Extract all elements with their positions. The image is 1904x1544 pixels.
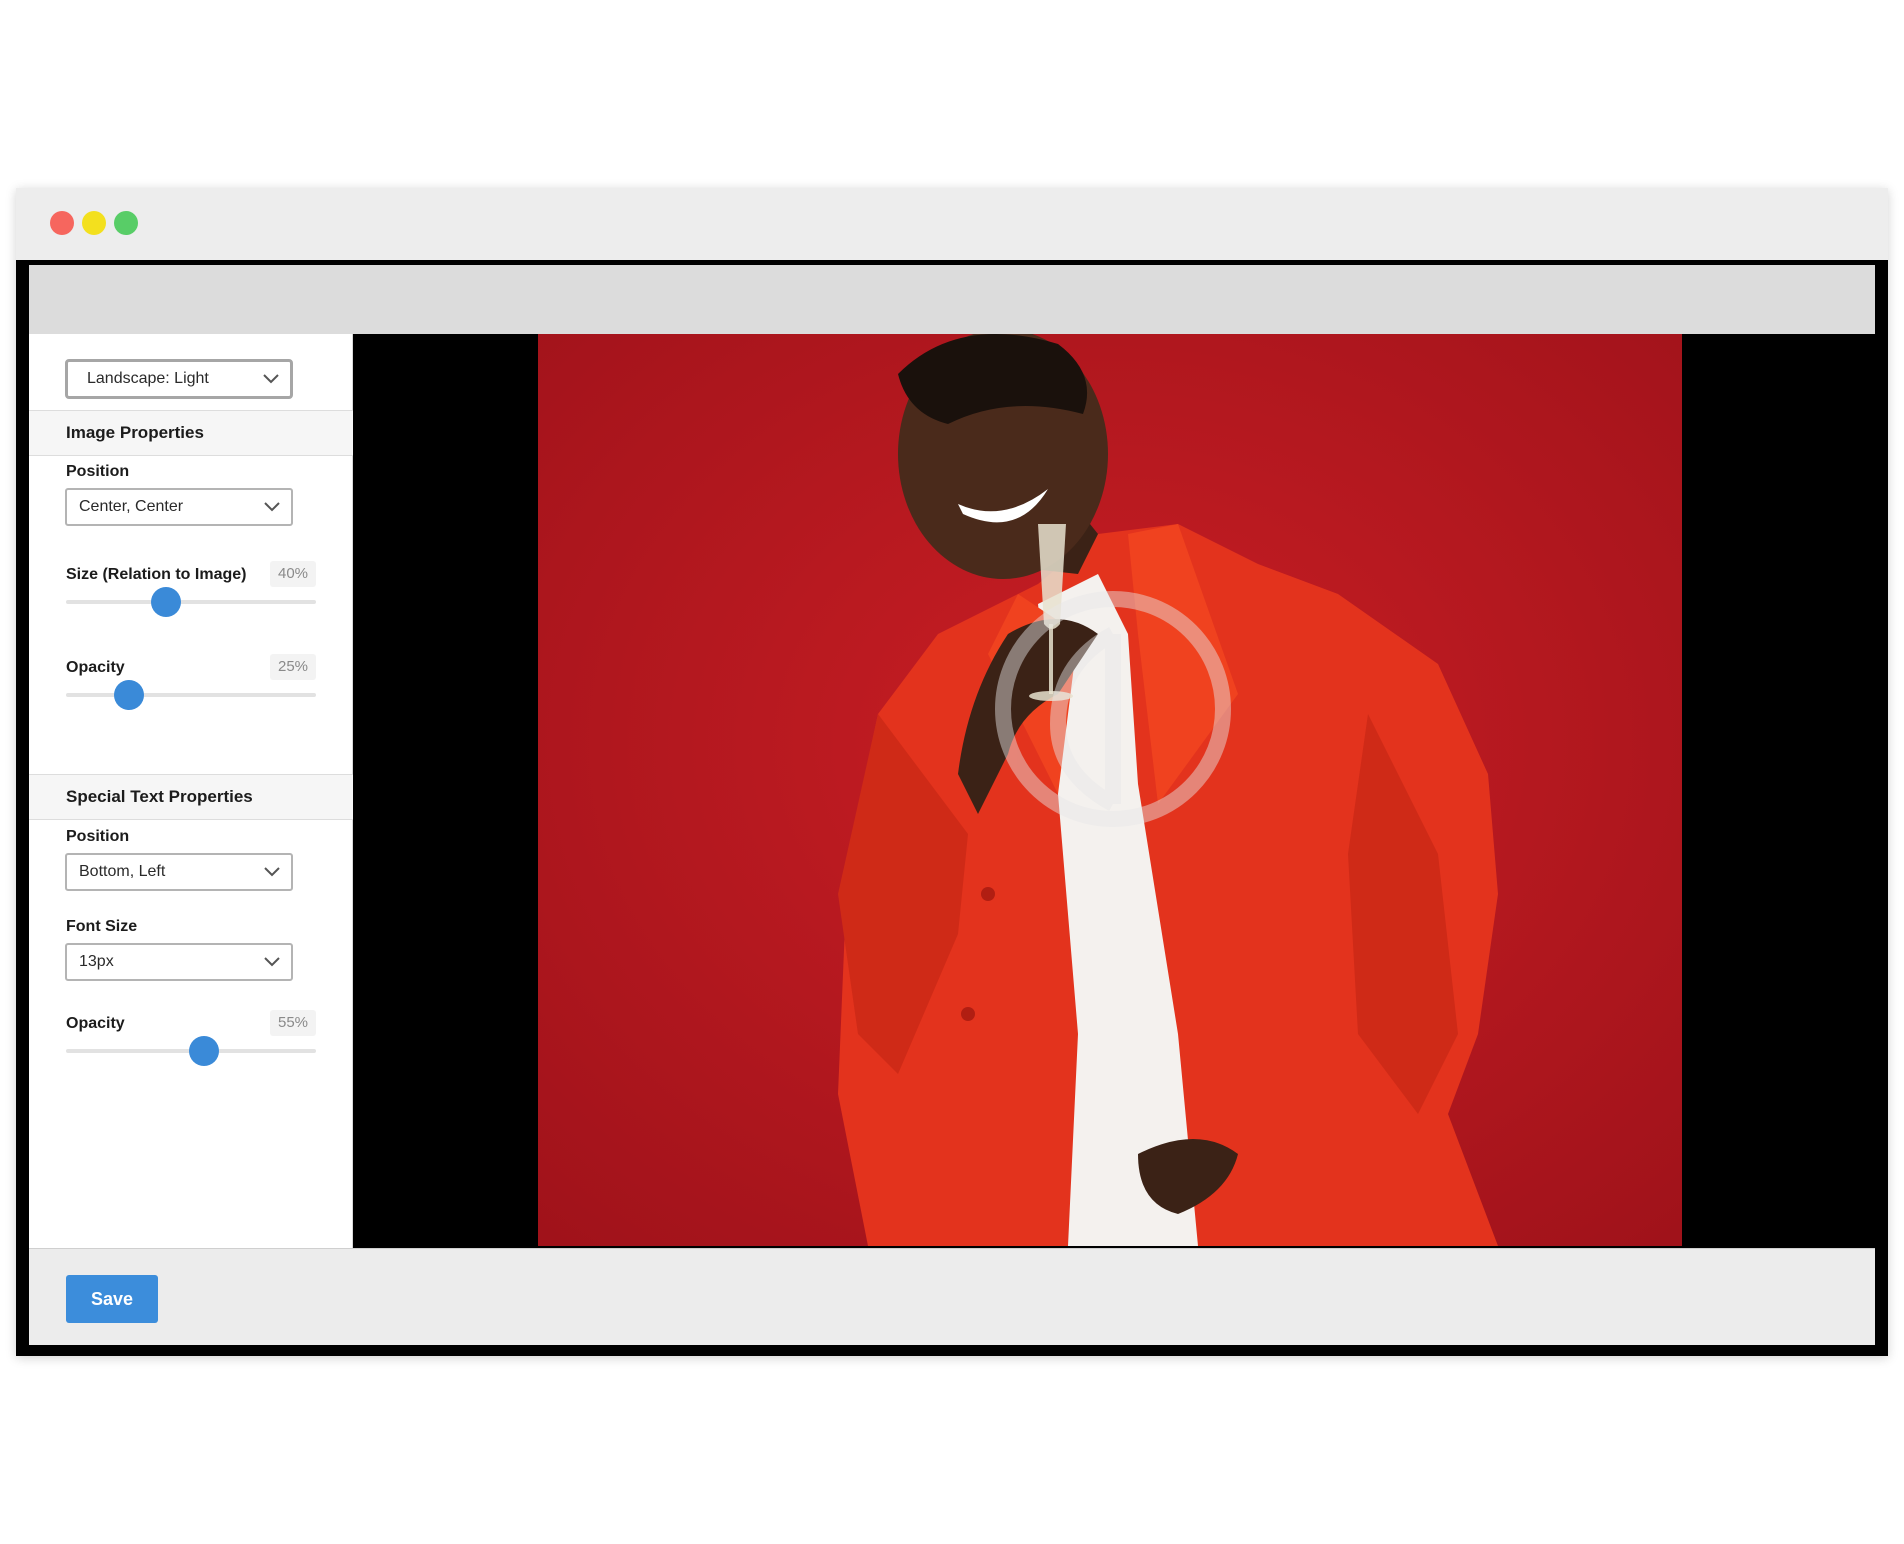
image-position-value: Center, Center xyxy=(79,498,184,515)
slider-thumb[interactable] xyxy=(151,587,181,617)
text-opacity-value: 55% xyxy=(270,1010,316,1036)
image-size-slider[interactable] xyxy=(66,587,316,617)
font-size-value: 13px xyxy=(79,953,114,970)
image-position-select[interactable]: Center, Center xyxy=(65,488,293,526)
preview-photo xyxy=(538,334,1682,1246)
image-position-label: Position xyxy=(66,463,130,480)
photo-illustration xyxy=(538,334,1682,1246)
text-position-select[interactable]: Bottom, Left xyxy=(65,853,293,891)
footer-bar: Save xyxy=(29,1248,1875,1345)
close-window-button[interactable] xyxy=(50,211,74,235)
window-titlebar xyxy=(16,188,1888,260)
image-size-label: Size (Relation to Image) xyxy=(66,566,247,583)
text-position-label: Position xyxy=(66,828,130,845)
app-window: Landscape: Light Image Properties Positi… xyxy=(16,188,1888,1356)
chevron-down-icon xyxy=(263,374,279,384)
preset-select[interactable]: Landscape: Light xyxy=(65,359,293,399)
save-button[interactable]: Save xyxy=(66,1275,158,1323)
image-size-value: 40% xyxy=(270,561,316,587)
slider-track xyxy=(66,600,316,604)
chevron-down-icon xyxy=(264,502,280,512)
image-preview xyxy=(353,334,1875,1248)
special-text-properties-title: Special Text Properties xyxy=(66,787,253,806)
slider-thumb[interactable] xyxy=(188,1036,219,1066)
chevron-down-icon xyxy=(264,957,280,967)
maximize-window-button[interactable] xyxy=(114,211,138,235)
minimize-window-button[interactable] xyxy=(82,211,106,235)
text-opacity-slider[interactable] xyxy=(66,1036,316,1066)
preset-select-value: Landscape: Light xyxy=(87,370,209,387)
font-size-label: Font Size xyxy=(66,918,138,935)
image-properties-header: Image Properties xyxy=(29,410,353,456)
image-opacity-label: Opacity xyxy=(66,659,125,676)
image-opacity-slider[interactable] xyxy=(66,680,316,710)
font-size-select[interactable]: 13px xyxy=(65,943,293,981)
settings-sidebar: Landscape: Light Image Properties Positi… xyxy=(29,334,353,1248)
text-position-value: Bottom, Left xyxy=(79,863,166,880)
text-opacity-label: Opacity xyxy=(66,1015,125,1032)
image-opacity-value: 25% xyxy=(270,654,316,680)
slider-track xyxy=(66,693,316,697)
slider-thumb[interactable] xyxy=(113,680,144,710)
chevron-down-icon xyxy=(264,867,280,877)
special-text-properties-header: Special Text Properties xyxy=(29,774,353,820)
image-properties-title: Image Properties xyxy=(66,423,204,442)
watermark-editor: Landscape: Light Image Properties Positi… xyxy=(29,265,1875,1345)
app-header xyxy=(29,265,1875,334)
